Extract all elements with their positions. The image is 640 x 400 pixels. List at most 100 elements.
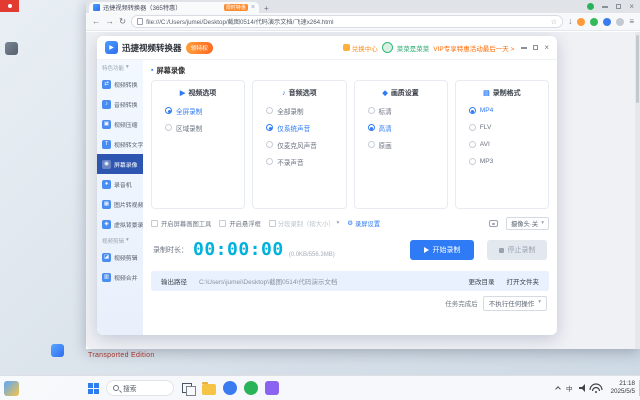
sidebar-item-video-to-text[interactable]: T 视频转文字 bbox=[97, 134, 143, 154]
sidebar-item-video-compress[interactable]: ▣ 视频压缩 bbox=[97, 114, 143, 134]
tab-close-icon[interactable]: × bbox=[251, 4, 255, 11]
open-folder-button[interactable]: 打开文件夹 bbox=[507, 276, 540, 286]
window-maximize-button[interactable] bbox=[616, 4, 621, 9]
file-explorer-icon[interactable] bbox=[202, 384, 216, 395]
radio-format-avi[interactable]: AVI bbox=[456, 136, 548, 153]
browser-safety-icon[interactable] bbox=[587, 3, 594, 10]
checkbox-draw-tool[interactable]: 开启屏幕画图工具 bbox=[151, 219, 211, 228]
extension-icon[interactable] bbox=[603, 18, 611, 26]
sidebar-item-voice-recorder[interactable]: ● 录音机 bbox=[97, 174, 143, 194]
radio-format-mp3[interactable]: MP3 bbox=[456, 153, 548, 170]
radio-mic-only[interactable]: 仅麦克风声音 bbox=[253, 136, 345, 153]
radio-no-sound[interactable]: 不录声音 bbox=[253, 153, 345, 170]
vip-promo-link[interactable]: VIP专享特惠活动最后一天 > bbox=[433, 43, 514, 53]
page-scrollbar[interactable] bbox=[635, 32, 640, 349]
radio-fullscreen-record[interactable]: 全屏录制 bbox=[152, 102, 244, 119]
video-edit-icon: ◪ bbox=[102, 253, 111, 262]
stop-record-button[interactable]: 停止录制 bbox=[487, 240, 547, 260]
audio-options-icon: ♪ bbox=[282, 90, 286, 97]
window-close-button[interactable]: × bbox=[629, 3, 634, 11]
app-icon[interactable] bbox=[265, 381, 279, 395]
app-minimize-button[interactable] bbox=[521, 47, 527, 49]
checkbox-floating-box[interactable]: 开启悬浮框 bbox=[219, 219, 260, 228]
address-bar[interactable]: file:///C:/Users/jumei/Desktop/截图0514/代码… bbox=[131, 15, 563, 28]
recording-indicator-badge[interactable] bbox=[0, 0, 19, 12]
tray-expand-icon[interactable] bbox=[555, 386, 561, 392]
new-tab-button[interactable]: + bbox=[264, 5, 269, 13]
scrollbar-thumb[interactable] bbox=[636, 35, 639, 103]
after-task-dropdown[interactable]: 不执行任何操作 ▾ bbox=[483, 296, 547, 311]
record-timer: 00:00:00 bbox=[193, 241, 284, 259]
sidebar-item-picture-to-video[interactable]: ▦ 图片转视频 bbox=[97, 194, 143, 214]
sidebar-section-features[interactable]: 特色功能 ▾ bbox=[97, 61, 143, 74]
radio-high-quality[interactable]: 高清 bbox=[355, 119, 447, 136]
radio-standard-quality[interactable]: 标清 bbox=[355, 102, 447, 119]
clock-date: 2025/5/5 bbox=[610, 388, 635, 396]
app-close-button[interactable]: × bbox=[544, 44, 549, 52]
refresh-icon[interactable]: ↻ bbox=[119, 17, 126, 26]
start-button[interactable] bbox=[88, 383, 99, 394]
record-format-group: ▤ 录制格式 MP4 bbox=[455, 80, 549, 209]
sidebar-item-video-edit[interactable]: ◪ 视频剪辑 bbox=[97, 247, 143, 267]
tab-title: 迅捷视频转换器（365特惠） bbox=[103, 3, 221, 12]
privilege-button[interactable]: 领特权 bbox=[186, 42, 213, 54]
sidebar-item-screen-record[interactable]: ◉ 屏幕录像 bbox=[97, 154, 143, 174]
forward-icon[interactable]: → bbox=[106, 17, 115, 26]
taskbar: 搜索 中 21:18 2025/5/5 bbox=[0, 375, 640, 400]
widgets-icon[interactable] bbox=[4, 381, 19, 396]
duration-label: 录制时长： bbox=[153, 245, 188, 255]
download-icon[interactable]: ↓ bbox=[568, 17, 572, 26]
desktop-icon[interactable] bbox=[5, 42, 18, 55]
task-view-icon[interactable] bbox=[181, 381, 195, 395]
radio-icon bbox=[266, 107, 273, 114]
app-sidebar: 特色功能 ▾ ⇄ 视频转换 ♪ 音频转换 ▣ 视 bbox=[97, 60, 143, 335]
desktop-icon[interactable] bbox=[51, 344, 64, 357]
extension-icon[interactable] bbox=[577, 18, 585, 26]
sidebar-item-virtual-background[interactable]: ◈ 虚拟背景录像 bbox=[97, 214, 143, 234]
camera-dropdown[interactable]: 摄像头·关 ▾ bbox=[506, 217, 549, 230]
search-icon bbox=[113, 385, 119, 391]
radio-original-quality[interactable]: 原画 bbox=[355, 136, 447, 153]
extension-icon[interactable] bbox=[590, 18, 598, 26]
radio-icon bbox=[469, 141, 476, 148]
radio-icon bbox=[266, 124, 273, 131]
audio-options-group: ♪ 音频选项 全部录制 bbox=[252, 80, 346, 209]
tab-favicon-icon bbox=[93, 4, 100, 11]
user-avatar[interactable] bbox=[382, 42, 393, 53]
start-record-button[interactable]: 开始录制 bbox=[410, 240, 474, 260]
username[interactable]: 菜菜是菜菜 bbox=[397, 43, 430, 53]
gift-icon bbox=[343, 44, 350, 51]
redeem-center-button[interactable]: 兑换中心 bbox=[343, 43, 378, 53]
radio-record-all-audio[interactable]: 全部录制 bbox=[253, 102, 345, 119]
tray-status-icons[interactable] bbox=[578, 383, 604, 393]
sidebar-item-audio-convert[interactable]: ♪ 音频转换 bbox=[97, 94, 143, 114]
sidebar-item-video-convert[interactable]: ⇄ 视频转换 bbox=[97, 74, 143, 94]
app-maximize-button[interactable] bbox=[533, 45, 538, 50]
language-indicator[interactable]: 中 bbox=[566, 383, 573, 393]
camera-icon bbox=[489, 220, 498, 227]
taskbar-clock[interactable]: 21:18 2025/5/5 bbox=[610, 380, 635, 396]
browser-menu-icon[interactable]: ≡ bbox=[629, 17, 634, 26]
chat-app-icon[interactable] bbox=[244, 381, 258, 395]
window-minimize-button[interactable] bbox=[602, 6, 608, 8]
radio-icon bbox=[368, 124, 375, 131]
radio-icon bbox=[165, 124, 172, 131]
browser-profile-avatar[interactable] bbox=[616, 18, 624, 26]
bookmark-star-icon[interactable]: ☆ bbox=[551, 18, 557, 26]
checkbox-icon bbox=[269, 220, 276, 227]
picture-to-video-icon: ▦ bbox=[102, 200, 111, 209]
back-icon[interactable]: ← bbox=[92, 17, 101, 26]
record-settings-link[interactable]: ⚙ 录屏设置 bbox=[347, 219, 380, 228]
browser-app-icon[interactable] bbox=[223, 381, 237, 395]
sidebar-section-editing[interactable]: 视频剪辑 ▾ bbox=[97, 234, 143, 247]
taskbar-search[interactable]: 搜索 bbox=[106, 380, 174, 396]
change-directory-button[interactable]: 更改目录 bbox=[469, 276, 495, 286]
sidebar-item-video-merge[interactable]: ▥ 视频合并 bbox=[97, 267, 143, 287]
radio-format-flv[interactable]: FLV bbox=[456, 119, 548, 136]
output-path-value: C:\Users\jumei\Desktop\截图0514\代码演示文档 bbox=[199, 276, 457, 286]
radio-region-record[interactable]: 区域录制 bbox=[152, 119, 244, 136]
radio-format-mp4[interactable]: MP4 bbox=[456, 102, 548, 119]
bullet-icon: ▪ bbox=[151, 67, 153, 74]
browser-tab[interactable]: 迅捷视频转换器（365特惠） 限时特惠 × bbox=[89, 2, 259, 13]
radio-system-sound-only[interactable]: 仅系统声音 bbox=[253, 119, 345, 136]
